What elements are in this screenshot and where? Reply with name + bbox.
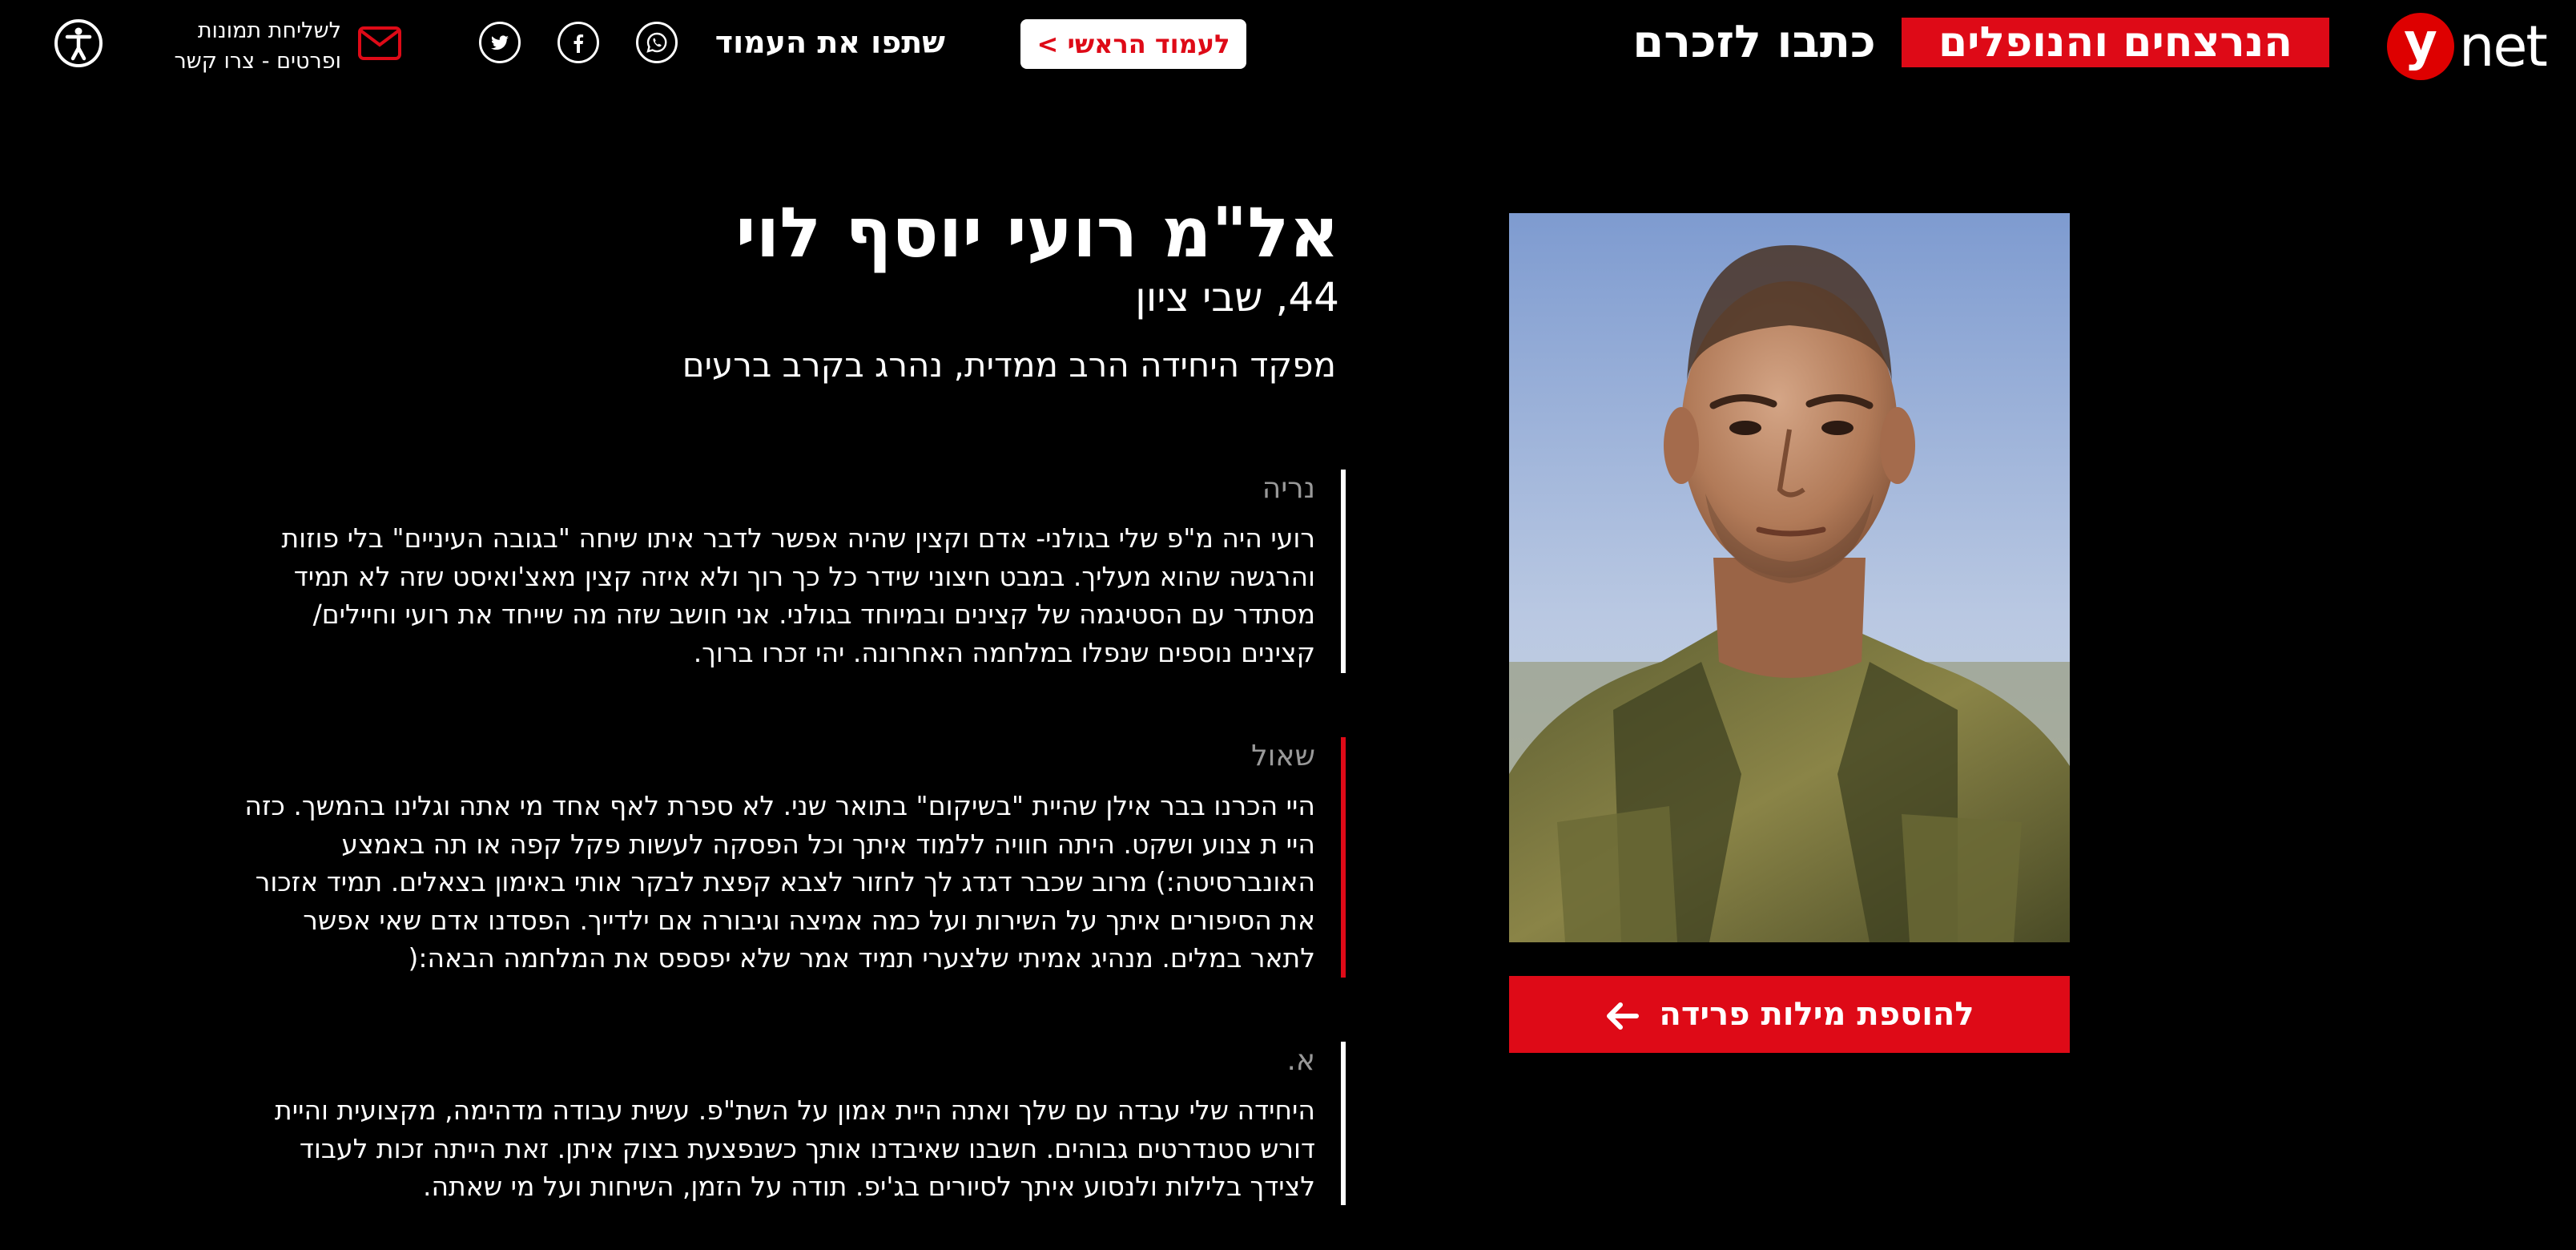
comment-line: היי הכרנו בבר אילן שהיית "בשיקום" בתואר …	[244, 790, 1315, 821]
comment-line: האונברסיטה:) מרוב שכבר דגדג לך לחזור לצב…	[255, 866, 1315, 897]
farewell-comment: א. היחידה שלי עבדה עם שלך ואתה היית אמון…	[176, 1042, 1346, 1205]
farewell-comment: שאול היי הכרנו בבר אילן שהיית "בשיקום" ב…	[160, 737, 1346, 978]
home-page-button[interactable]: לעמוד הראשי >	[1020, 19, 1246, 69]
accessibility-icon[interactable]	[53, 18, 104, 69]
contact-line-2: ופרטים - צרו קשר	[174, 49, 341, 74]
comment-line: לתאר במלים. מנהיג אמיתי שלצערי תמיד אמר …	[408, 942, 1315, 974]
section-title-red[interactable]: הנרצחים והנופלים	[1902, 18, 2329, 67]
comment-bar	[1341, 1042, 1346, 1205]
comment-line: את הסיפורים איתך על השירות ועל כמה אמיצה…	[303, 904, 1315, 936]
contact-text[interactable]: לשליחת תמונות ופרטים - צרו קשר	[136, 16, 341, 77]
logo-suffix: net	[2459, 14, 2548, 79]
role-description: מפקד היחידה הרב ממדית, נהרג בקרב ברעים	[682, 345, 1336, 385]
comment-text: היחידה שלי עבדה עם שלך ואתה היית אמון על…	[162, 1091, 1315, 1206]
arrow-left-icon	[1607, 1002, 1640, 1030]
facebook-icon[interactable]	[557, 22, 599, 63]
add-farewell-label: להוספת מילות פרידה	[1659, 996, 1974, 1033]
comment-text: היי הכרנו בבר אילן שהיית "בשיקום" בתואר …	[146, 787, 1315, 978]
share-page-label: שתפו את העמוד	[714, 25, 945, 60]
comment-line: רועי היה מ"פ שלי בגולני- אדם וקצין שהיה …	[281, 522, 1315, 554]
farewell-comment: נריה רועי היה מ"פ שלי בגולני- אדם וקצין …	[176, 470, 1346, 673]
logo-letter: y	[2387, 13, 2454, 80]
comment-line: לצידך בלילות ולנסוע איתך לסיורים בג'יפ. …	[422, 1171, 1315, 1202]
age-and-place: 44, שבי ציון	[1135, 274, 1339, 321]
whatsapp-icon[interactable]	[636, 22, 678, 63]
comment-bar	[1341, 470, 1346, 673]
section-title-white[interactable]: כתבו לזכרם	[1626, 14, 1882, 71]
contact-line-1: לשליחת תמונות	[197, 18, 341, 43]
mail-icon[interactable]	[357, 26, 402, 61]
fallen-name: אל"מ רועי יוסף לוי	[735, 193, 1339, 273]
comment-author: נריה	[1262, 472, 1315, 505]
add-farewell-button[interactable]: להוספת מילות פרידה	[1509, 976, 2070, 1053]
comment-line: היי ת צנוע ושקט. היתה חוויה ללמוד איתך ו…	[341, 828, 1315, 860]
ynet-logo[interactable]: y net	[2387, 13, 2548, 85]
comment-line: קצינים נוספים שנפלו במלחמה האחרונה. יהי …	[693, 636, 1315, 668]
comment-text: רועי היה מ"פ שלי בגולני- אדם וקצין שהיה …	[162, 519, 1315, 671]
comment-line: והרגשה שהוא מעליך. במבט חיצוני שידר כל כ…	[293, 560, 1315, 592]
soldier-portrait	[1509, 213, 2070, 942]
comment-bar	[1341, 737, 1346, 978]
comment-line: היחידה שלי עבדה עם שלך ואתה היית אמון על…	[275, 1095, 1315, 1126]
twitter-icon[interactable]	[479, 22, 521, 63]
comment-line: מסתדר עם הסטיגמה של קצינים ובמיוחד בגולנ…	[312, 599, 1315, 630]
comment-author: א.	[1286, 1044, 1315, 1077]
comment-author: שאול	[1251, 740, 1315, 772]
comment-line: דורש סטנדרטים גבוהים. חשבנו שאיבדנו אותך…	[299, 1132, 1315, 1164]
